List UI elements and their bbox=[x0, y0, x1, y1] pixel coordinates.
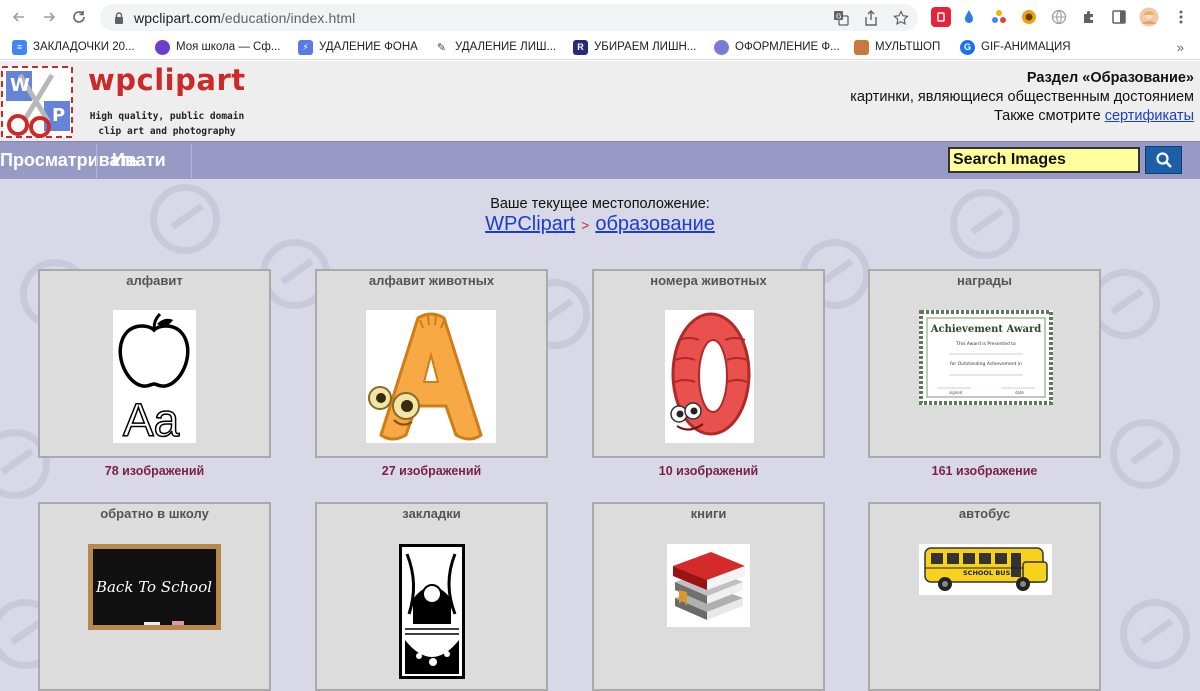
section-title: Раздел «Образование» bbox=[1026, 70, 1194, 86]
forward-arrow-icon[interactable] bbox=[38, 6, 60, 28]
category-count[interactable]: 78 изображений bbox=[38, 464, 271, 478]
category-card-alphabet[interactable]: алфавит Aa bbox=[38, 269, 271, 458]
extension-dots-icon[interactable] bbox=[989, 7, 1009, 27]
category-card-bus[interactable]: автобус SCHOOL BUS bbox=[868, 502, 1101, 691]
books-stack-thumbnail[interactable] bbox=[667, 544, 750, 627]
bookmark-item[interactable]: Моя школа — Сф... bbox=[155, 38, 280, 56]
logo-title[interactable]: wpclipart bbox=[88, 63, 246, 97]
docs-icon: ≡ bbox=[12, 39, 27, 55]
reload-icon[interactable] bbox=[68, 6, 90, 28]
back-arrow-icon[interactable] bbox=[8, 6, 30, 28]
school-bus-thumbnail[interactable]: SCHOOL BUS bbox=[919, 544, 1052, 595]
breadcrumb-current-link[interactable]: образование bbox=[595, 213, 715, 235]
bookmark-art-thumbnail[interactable] bbox=[399, 544, 465, 679]
card-title[interactable]: награды bbox=[870, 273, 1099, 288]
site-header: W P wpclipart High quality, public domai… bbox=[0, 61, 1200, 141]
achievement-award-thumbnail[interactable]: Achievement Award This Award is Presente… bbox=[919, 310, 1053, 405]
menu-item-secondary[interactable]: Ивати bbox=[112, 150, 166, 171]
extension-yellow-icon[interactable] bbox=[1019, 7, 1039, 27]
card-title[interactable]: обратно в школу bbox=[40, 506, 269, 521]
bookmark-item[interactable]: МУЛЬТШОП bbox=[854, 38, 940, 56]
card-title[interactable]: алфавит животных bbox=[317, 273, 546, 288]
certificates-link[interactable]: сертификаты bbox=[1105, 108, 1194, 124]
card-title[interactable]: книги bbox=[594, 506, 823, 521]
menu-divider bbox=[96, 144, 97, 178]
breadcrumb-root-link[interactable]: WPClipart bbox=[485, 213, 575, 235]
browser-menu-icon[interactable] bbox=[1171, 7, 1191, 27]
r-icon: R bbox=[573, 39, 588, 55]
search-icon bbox=[1155, 152, 1172, 168]
profile-avatar-icon[interactable] bbox=[1139, 7, 1159, 27]
category-card-animal-alphabet[interactable]: алфавит животных bbox=[315, 269, 548, 458]
browser-toolbar: wpclipart.com/education/index.html G bbox=[0, 0, 1200, 34]
category-count[interactable]: 27 изображений bbox=[315, 464, 548, 478]
number-zero-worm-thumbnail[interactable] bbox=[665, 310, 754, 443]
share-icon[interactable] bbox=[862, 9, 880, 27]
gif-icon: G bbox=[960, 39, 975, 55]
breadcrumb-separator: > bbox=[581, 217, 590, 233]
location-label: Ваше текущее местоположение: bbox=[490, 196, 710, 212]
search-input[interactable]: Search Images bbox=[948, 147, 1140, 173]
svg-text:Aa: Aa bbox=[123, 394, 180, 443]
category-card-books[interactable]: книги bbox=[592, 502, 825, 691]
wand-icon: ✎ bbox=[434, 39, 449, 55]
bookmarks-bar: ≡ ЗАКЛАДОЧКИ 20... Моя школа — Сф... ⚡ У… bbox=[0, 34, 1200, 60]
watermark-icon bbox=[1110, 419, 1180, 489]
remove-bg-icon: ⚡ bbox=[298, 39, 313, 55]
url-text[interactable]: wpclipart.com/education/index.html bbox=[134, 10, 355, 26]
bookmark-item[interactable]: ✎ УДАЛЕНИЕ ЛИШ... bbox=[434, 38, 556, 56]
extension-globe-icon[interactable] bbox=[1049, 7, 1069, 27]
category-card-bookmarks[interactable]: закладки bbox=[315, 502, 548, 691]
wpclipart-logo-icon[interactable]: W P bbox=[0, 65, 78, 139]
menu-divider bbox=[191, 144, 192, 178]
category-card-animal-numbers[interactable]: номера животных bbox=[592, 269, 825, 458]
bookmark-item[interactable]: G GIF-АНИМАЦИЯ bbox=[960, 38, 1071, 56]
category-card-back-to-school[interactable]: обратно в школу Back To School bbox=[38, 502, 271, 691]
card-title[interactable]: номера животных bbox=[594, 273, 823, 288]
svg-text:SCHOOL BUS: SCHOOL BUS bbox=[963, 569, 1011, 577]
site-menu-bar: Просматривать Ивати Search Images bbox=[0, 141, 1200, 179]
svg-text:date: date bbox=[1015, 390, 1025, 395]
extension-drop-icon[interactable] bbox=[959, 7, 979, 27]
breadcrumb: WPClipart > образование bbox=[0, 213, 1200, 236]
search-button[interactable] bbox=[1145, 146, 1182, 174]
extension-red-icon[interactable] bbox=[931, 7, 951, 27]
see-also-line: Также смотрите сертификаты bbox=[993, 108, 1194, 124]
translate-icon[interactable]: G bbox=[832, 9, 850, 27]
extensions-puzzle-icon[interactable] bbox=[1079, 7, 1099, 27]
svg-text:Back To School: Back To School bbox=[95, 578, 212, 596]
design-icon bbox=[714, 39, 729, 55]
category-count[interactable]: 161 изображение bbox=[868, 464, 1101, 478]
section-header: Раздел «Образование» картинки, являющиес… bbox=[850, 69, 1194, 126]
card-title[interactable]: автобус bbox=[870, 506, 1099, 521]
bookmark-item[interactable]: ОФОРМЛЕНИЕ Ф... bbox=[714, 38, 840, 56]
watermark-icon bbox=[1120, 599, 1190, 669]
svg-text:signed: signed bbox=[949, 390, 963, 395]
svg-text:Achievement Award: Achievement Award bbox=[930, 324, 1041, 335]
bookmark-item[interactable]: R УБИРАЕМ ЛИШН... bbox=[573, 38, 696, 56]
lock-icon[interactable] bbox=[112, 11, 126, 25]
letter-a-monster-thumbnail[interactable] bbox=[366, 310, 496, 443]
sidebar-toggle-icon[interactable] bbox=[1109, 7, 1129, 27]
section-subtitle: картинки, являющиеся общественным достоя… bbox=[850, 89, 1194, 105]
bookmark-item[interactable]: ⚡ УДАЛЕНИЕ ФОНА bbox=[298, 38, 418, 56]
main-content: Ваше текущее местоположение: WPClipart > о… bbox=[0, 179, 1200, 691]
multshop-icon bbox=[854, 39, 869, 55]
bookmark-item[interactable]: ≡ ЗАКЛАДОЧКИ 20... bbox=[12, 38, 135, 56]
sphere-icon bbox=[155, 39, 170, 55]
svg-text:This Award is Presented to: This Award is Presented to bbox=[955, 341, 1016, 347]
category-card-awards[interactable]: награды Achievement Award This Award is … bbox=[868, 269, 1101, 458]
chalkboard-thumbnail[interactable]: Back To School bbox=[88, 544, 221, 630]
logo-tagline: High quality, public domain clip art and… bbox=[89, 111, 245, 137]
card-title[interactable]: алфавит bbox=[40, 273, 269, 288]
address-bar[interactable]: wpclipart.com/education/index.html G bbox=[100, 4, 918, 31]
star-icon[interactable] bbox=[892, 9, 910, 27]
svg-text:G: G bbox=[836, 13, 841, 21]
bookmarks-overflow-button[interactable]: » bbox=[1177, 40, 1184, 55]
svg-text:for Outstanding Achievement in: for Outstanding Achievement in bbox=[950, 361, 1022, 367]
card-title[interactable]: закладки bbox=[317, 506, 546, 521]
apple-alphabet-thumbnail[interactable]: Aa bbox=[113, 310, 196, 447]
category-count[interactable]: 10 изображений bbox=[592, 464, 825, 478]
